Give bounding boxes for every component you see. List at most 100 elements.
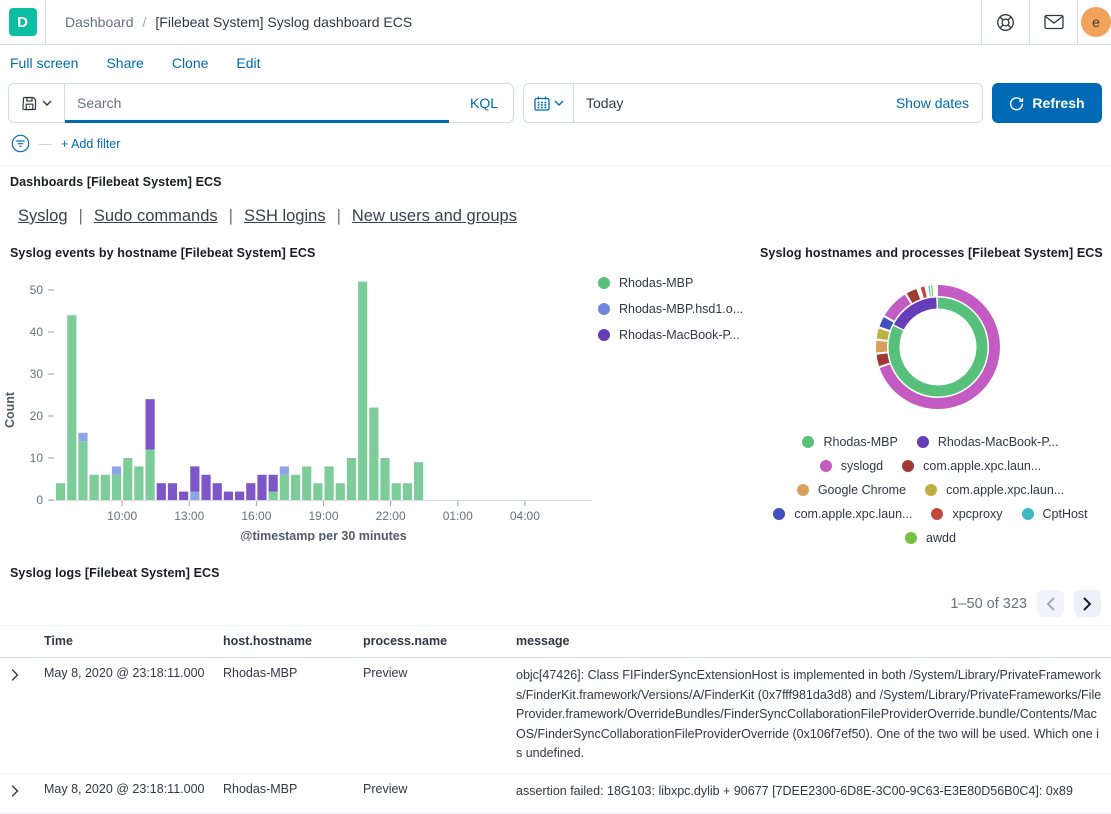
bar-segment[interactable]	[168, 483, 177, 500]
expand-row-button[interactable]	[0, 658, 36, 774]
cell-host: Rhodas-MBP	[215, 658, 355, 774]
column-header-message[interactable]: message	[508, 626, 1111, 658]
bar-segment[interactable]	[269, 475, 278, 492]
legend-label: CptHost	[1043, 507, 1088, 521]
donut-legend-row: Google Chrome com.apple.xpc.laun...	[750, 478, 1111, 502]
legend-item-google-chrome[interactable]: Google Chrome	[797, 483, 906, 497]
bar-segment[interactable]	[414, 462, 423, 500]
legend-item-rhodas-mbp[interactable]: Rhodas-MBP	[598, 276, 743, 290]
bar-chart-canvas: 0102030405010:0013:0016:0019:0022:0001:0…	[0, 263, 612, 541]
search-input[interactable]: Search	[65, 95, 455, 111]
bar-segment[interactable]	[302, 466, 311, 500]
breadcrumb-dashboard[interactable]: Dashboard	[65, 14, 134, 30]
bar-segment[interactable]	[157, 483, 166, 500]
bar-segment[interactable]	[134, 466, 143, 500]
bar-segment[interactable]	[235, 492, 244, 500]
column-header-host[interactable]: host.hostname	[215, 626, 355, 658]
legend-swatch	[902, 460, 914, 472]
bar-chart-legend: Rhodas-MBP Rhodas-MBP.hsd1.o... Rhodas-Mac…	[598, 276, 743, 342]
bar-segment[interactable]	[146, 399, 155, 449]
clone-button[interactable]: Clone	[172, 55, 209, 71]
donut-slice-com-apple-xpc-laun[interactable]	[867, 276, 1009, 418]
saved-query-menu-button[interactable]	[9, 84, 65, 122]
bar-segment[interactable]	[369, 408, 378, 500]
dashboard-link-sudo-commands[interactable]: Sudo commands	[94, 207, 218, 226]
legend-item-rhodas-mbp[interactable]: Rhodas-MBP	[802, 435, 897, 449]
donut-slice-com-apple-xpc-laun[interactable]	[866, 275, 1010, 419]
bar-segment[interactable]	[224, 492, 233, 500]
bar-segment[interactable]	[213, 483, 222, 500]
bar-segment[interactable]	[56, 483, 65, 500]
share-button[interactable]: Share	[106, 55, 143, 71]
bar-segment[interactable]	[269, 492, 278, 500]
column-header-process[interactable]: process.name	[355, 626, 508, 658]
bar-segment[interactable]	[358, 282, 367, 500]
user-menu-button[interactable]: e	[1077, 0, 1111, 44]
app-header: D Dashboard / [Filebeat System] Syslog d…	[0, 0, 1111, 45]
legend-label: com.apple.xpc.laun...	[923, 459, 1041, 473]
date-range-value[interactable]: Today	[574, 95, 623, 111]
bar-segment[interactable]	[179, 492, 188, 500]
refresh-button[interactable]: Refresh	[992, 83, 1102, 123]
dashboard-link-new-users-and-groups[interactable]: New users and groups	[352, 207, 517, 226]
bar-segment[interactable]	[112, 475, 121, 500]
bar-segment[interactable]	[78, 441, 87, 500]
legend-swatch	[925, 484, 937, 496]
edit-button[interactable]: Edit	[236, 55, 260, 71]
expand-row-button[interactable]	[0, 773, 36, 813]
bar-segment[interactable]	[67, 315, 76, 500]
legend-item-com-apple-xpc-laun[interactable]: com.apple.xpc.laun...	[773, 507, 912, 521]
full-screen-button[interactable]: Full screen	[10, 55, 78, 71]
bar-segment[interactable]	[257, 475, 266, 500]
bar-segment[interactable]	[280, 475, 289, 500]
email-icon	[1044, 14, 1064, 30]
cell-message: objc[47426]: Class FIFinderSyncExtension…	[508, 658, 1111, 774]
dashboard-link-syslog[interactable]: Syslog	[18, 207, 68, 226]
bar-segment[interactable]	[291, 475, 300, 500]
date-quick-menu-button[interactable]	[524, 84, 574, 122]
donut-chart[interactable]	[750, 264, 1111, 437]
bar-segment[interactable]	[201, 475, 210, 500]
bar-segment[interactable]	[78, 433, 87, 441]
help-button[interactable]	[981, 0, 1029, 44]
bar-segment[interactable]	[347, 458, 356, 500]
bar-segment[interactable]	[313, 483, 322, 500]
column-header-time[interactable]: Time	[36, 626, 215, 658]
markdown-panel-title: Dashboards [Filebeat System] ECS	[10, 175, 1101, 189]
legend-item-rhodas-macbook-p[interactable]: Rhodas-MacBook-P...	[917, 435, 1059, 449]
dashboard-link-ssh-logins[interactable]: SSH logins	[244, 207, 326, 226]
legend-item-rhodas-macbook-p[interactable]: Rhodas-MacBook-P...	[598, 328, 743, 342]
bar-segment[interactable]	[246, 483, 255, 500]
legend-item-com-apple-xpc-laun[interactable]: com.apple.xpc.laun...	[925, 483, 1064, 497]
bar-segment[interactable]	[336, 483, 345, 500]
query-language-toggle[interactable]: KQL	[455, 95, 513, 111]
legend-item-cpthost[interactable]: CptHost	[1022, 507, 1088, 521]
bar-segment[interactable]	[123, 458, 132, 500]
bar-segment[interactable]	[90, 475, 99, 500]
bar-segment[interactable]	[403, 483, 412, 500]
search-focus-underline	[65, 120, 449, 123]
previous-page-button[interactable]	[1037, 590, 1064, 617]
show-dates-button[interactable]: Show dates	[896, 95, 982, 111]
add-filter-button[interactable]: + Add filter	[61, 137, 120, 151]
kibana-logo-button[interactable]: D	[0, 0, 46, 44]
next-page-button[interactable]	[1074, 590, 1101, 617]
newsfeed-button[interactable]	[1029, 0, 1077, 44]
bar-segment[interactable]	[101, 475, 110, 500]
legend-item-syslogd[interactable]: syslogd	[820, 459, 883, 473]
bar-segment[interactable]	[190, 492, 199, 500]
donut-legend-row: syslogd com.apple.xpc.laun...	[750, 454, 1111, 478]
legend-item-rhodas-mbp-hsd1-o[interactable]: Rhodas-MBP.hsd1.o...	[598, 302, 743, 316]
bar-chart[interactable]: 0102030405010:0013:0016:0019:0022:0001:0…	[0, 263, 612, 546]
bar-segment[interactable]	[380, 458, 389, 500]
bar-segment[interactable]	[112, 466, 121, 474]
bar-segment[interactable]	[146, 450, 155, 500]
legend-item-awdd[interactable]: awdd	[905, 531, 956, 545]
bar-segment[interactable]	[325, 466, 334, 500]
legend-item-xpcproxy[interactable]: xpcproxy	[931, 507, 1002, 521]
bar-segment[interactable]	[190, 466, 199, 491]
legend-item-com-apple-xpc-laun[interactable]: com.apple.xpc.laun...	[902, 459, 1041, 473]
dashboard-app-icon: D	[9, 8, 37, 36]
bar-segment[interactable]	[280, 466, 289, 474]
bar-segment[interactable]	[392, 483, 401, 500]
